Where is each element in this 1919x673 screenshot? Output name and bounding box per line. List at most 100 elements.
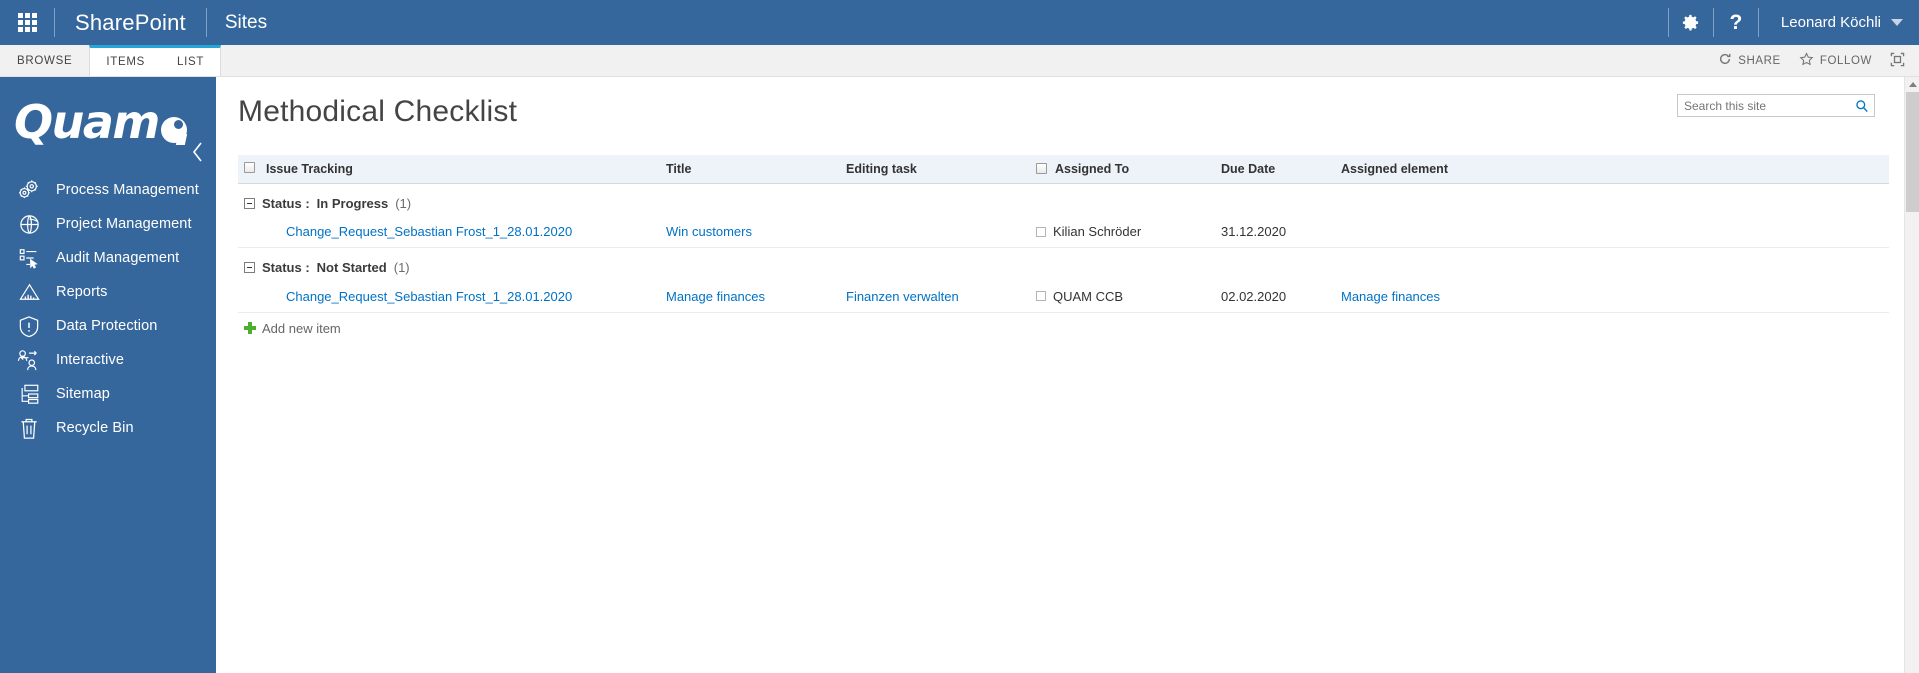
shield-alert-icon: [16, 313, 42, 339]
column-label: Editing task: [846, 161, 917, 176]
sidebar-item-label: Sitemap: [56, 386, 110, 402]
ribbon-selected-group: ITEMS LIST: [89, 45, 222, 76]
row-select-cell[interactable]: [238, 216, 260, 248]
sidebar-item-sitemap[interactable]: Sitemap: [0, 377, 216, 411]
people-exchange-icon: [16, 347, 42, 373]
editing-task-link[interactable]: Finanzen verwalten: [846, 289, 959, 304]
assigned-element-link[interactable]: Manage finances: [1341, 289, 1440, 304]
sidebar-item-label: Data Protection: [56, 318, 158, 334]
follow-label: FOLLOW: [1819, 54, 1872, 67]
column-header-select-all[interactable]: [238, 155, 260, 184]
group-collapse-toggle[interactable]: [244, 197, 255, 209]
sidebar-item-label: Process Management: [56, 182, 199, 198]
presence-indicator[interactable]: [1036, 226, 1046, 237]
list-view: Issue Tracking Title Editing task Assign…: [238, 155, 1889, 336]
group-value-label: In Progress: [316, 195, 389, 211]
column-label: Due Date: [1221, 161, 1276, 176]
table-row[interactable]: Change_Request_Sebastian Frost_1_28.01.2…: [238, 281, 1889, 313]
sidebar-item-label: Project Management: [56, 216, 192, 232]
quam-logo-mark: [160, 117, 187, 145]
navigation-list: Process Management Project Management Au…: [0, 173, 216, 445]
page-scrollbar[interactable]: [1904, 77, 1919, 673]
title-link[interactable]: Manage finances: [666, 289, 765, 304]
tab-items[interactable]: ITEMS: [90, 48, 161, 76]
tab-list[interactable]: LIST: [161, 48, 220, 76]
sidebar-item-recycle-bin[interactable]: Recycle Bin: [0, 411, 216, 445]
presence-indicator[interactable]: [1036, 291, 1046, 302]
sidebar-item-reports[interactable]: Reports: [0, 275, 216, 309]
sidebar-item-label: Audit Management: [56, 250, 180, 266]
page-title[interactable]: Methodical Checklist: [238, 95, 517, 129]
select-all-checkbox[interactable]: [244, 161, 255, 173]
share-button[interactable]: SHARE: [1718, 52, 1781, 69]
question-mark-icon: ?: [1729, 11, 1743, 34]
checklist-cursor-icon: [16, 245, 42, 271]
cell-due-date: 02.02.2020: [1215, 281, 1335, 313]
column-label: Assigned To: [1055, 161, 1130, 176]
column-header-title[interactable]: Title: [660, 155, 840, 184]
column-header-assigned-element[interactable]: Assigned element: [1335, 155, 1889, 184]
help-button[interactable]: ?: [1714, 0, 1758, 45]
sidebar-item-interactive[interactable]: Interactive: [0, 343, 216, 377]
search-icon[interactable]: [1850, 95, 1874, 116]
cell-title: Manage finances: [660, 281, 840, 313]
user-menu-button[interactable]: Leonard Köchli: [1759, 0, 1919, 45]
column-label: Assigned element: [1341, 161, 1448, 176]
sidebar-item-label: Recycle Bin: [56, 420, 134, 436]
chevron-down-icon: [1891, 19, 1903, 26]
quam-logo-text: Quam: [14, 95, 160, 149]
page-shell: Quam Process Management Project Manageme…: [0, 77, 1919, 673]
sidebar-item-process-management[interactable]: Process Management: [0, 173, 216, 207]
settings-button[interactable]: [1669, 0, 1713, 45]
column-header-assigned-to[interactable]: Assigned To: [1030, 155, 1215, 184]
chevron-up-icon: [1908, 82, 1917, 87]
user-name: Leonard Köchli: [1780, 14, 1881, 31]
sidebar-item-project-management[interactable]: Project Management: [0, 207, 216, 241]
assigned-to-name: Kilian Schröder: [1053, 224, 1142, 240]
column-header-editing-task[interactable]: Editing task: [840, 155, 1030, 184]
add-new-item-label: Add new item: [262, 320, 341, 336]
tab-browse[interactable]: BROWSE: [0, 45, 89, 76]
search-input[interactable]: [1678, 95, 1850, 116]
add-new-item-button[interactable]: Add new item: [238, 321, 1889, 336]
focus-on-content-button[interactable]: [1890, 52, 1905, 70]
group-header-row: Status : In Progress (1): [238, 183, 1889, 217]
sitemap-icon: [16, 381, 42, 407]
assigned-to-checkbox[interactable]: [1036, 163, 1047, 175]
row-select-cell[interactable]: [238, 281, 260, 313]
title-row: Methodical Checklist: [238, 77, 1889, 129]
table-row[interactable]: Change_Request_Sebastian Frost_1_28.01.2…: [238, 216, 1889, 248]
focus-on-content-icon: [1890, 52, 1905, 70]
title-link[interactable]: Win customers: [666, 224, 752, 239]
group-count: (1): [395, 195, 412, 211]
list-table-head: Issue Tracking Title Editing task Assign…: [238, 155, 1889, 184]
issue-tracking-link[interactable]: Change_Request_Sebastian Frost_1_28.01.2…: [286, 289, 572, 304]
sidebar-item-data-protection[interactable]: Data Protection: [0, 309, 216, 343]
share-icon: [1718, 52, 1732, 69]
group-collapse-toggle[interactable]: [244, 262, 255, 273]
issue-tracking-link[interactable]: Change_Request_Sebastian Frost_1_28.01.2…: [286, 224, 572, 239]
group-field-label: Status :: [262, 260, 310, 275]
group-value-label: Not Started: [316, 260, 387, 275]
quam-logo[interactable]: Quam: [0, 77, 216, 145]
group-count: (1): [393, 260, 410, 275]
collapse-navigation-button[interactable]: [190, 139, 206, 170]
follow-button[interactable]: FOLLOW: [1799, 51, 1872, 70]
column-header-due-date[interactable]: Due Date: [1215, 155, 1335, 184]
content-inner: Methodical Checklist Search this site Is…: [216, 77, 1919, 336]
sidebar-item-audit-management[interactable]: Audit Management: [0, 241, 216, 275]
cell-issue-tracking: Change_Request_Sebastian Frost_1_28.01.2…: [260, 281, 660, 313]
list-table: Issue Tracking Title Editing task Assign…: [238, 155, 1889, 313]
sharepoint-brand-link[interactable]: SharePoint: [55, 0, 206, 45]
group-header-cell: Status : Not Started (1): [238, 248, 1889, 282]
left-navigation: Quam Process Management Project Manageme…: [0, 77, 216, 673]
list-table-body: Status : In Progress (1) Change_Request_…: [238, 183, 1889, 313]
cell-issue-tracking: Change_Request_Sebastian Frost_1_28.01.2…: [260, 216, 660, 248]
assigned-to-name: QUAM CCB: [1053, 288, 1124, 304]
sites-link[interactable]: Sites: [207, 0, 285, 45]
app-launcher-button[interactable]: [0, 0, 54, 45]
scrollbar-thumb[interactable]: [1906, 92, 1919, 212]
scroll-up-button[interactable]: [1905, 77, 1919, 92]
column-header-issue-tracking[interactable]: Issue Tracking: [260, 155, 660, 184]
main-content: Methodical Checklist Search this site Is…: [216, 77, 1919, 673]
